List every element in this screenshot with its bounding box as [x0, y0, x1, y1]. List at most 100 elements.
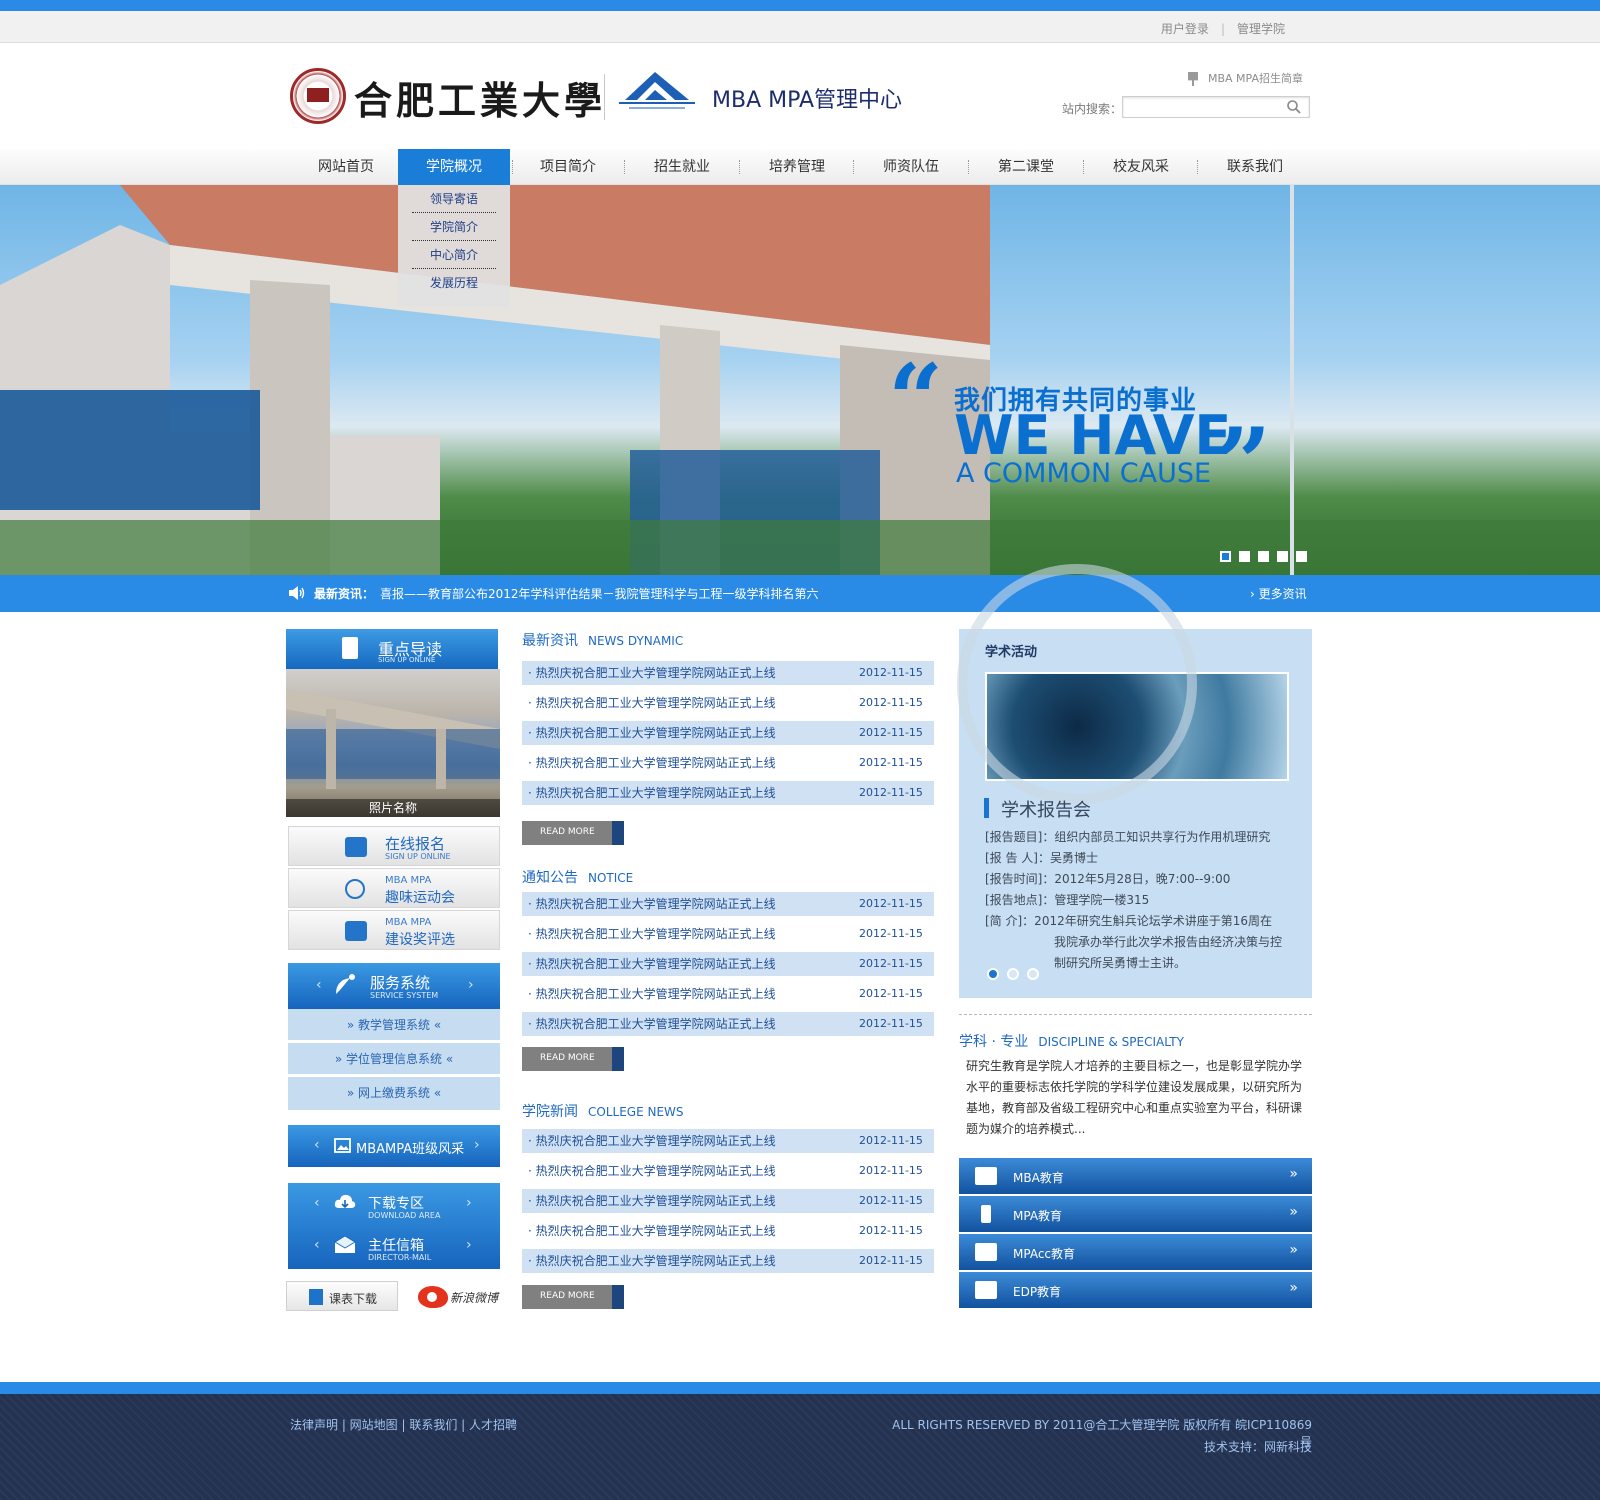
edp-education-link[interactable]: EDP教育 »	[959, 1272, 1312, 1308]
service-item-label: 教学管理系统	[357, 1018, 430, 1032]
read-more-button[interactable]: READ MORE	[522, 1047, 624, 1071]
lecture-speaker: [报 告 人]：吴勇博士	[985, 851, 1098, 865]
slide-dot[interactable]	[1239, 551, 1250, 562]
notice-title-text: 热烈庆祝合肥工业大学管理学院网站正式上线	[535, 987, 776, 1001]
mail-title[interactable]: 主任信箱	[368, 1235, 424, 1255]
news-row[interactable]: · 热烈庆祝合肥工业大学管理学院网站正式上线 2012-11-15	[522, 661, 934, 685]
double-chevron-right-icon: »	[1289, 1204, 1298, 1220]
nav-item-home[interactable]: 网站首页	[288, 149, 404, 185]
degree-management-link[interactable]: » 学位管理信息系统 «	[288, 1043, 500, 1076]
online-signup-button[interactable]: 在线报名 SIGN UP ONLINE	[288, 826, 500, 866]
section-title-en: NEWS DYNAMIC	[588, 634, 684, 648]
nav-item-second-class[interactable]: 第二课堂	[968, 149, 1084, 185]
college-news-row[interactable]: · 热烈庆祝合肥工业大学管理学院网站正式上线 2012-11-15	[522, 1189, 934, 1213]
slide-dot[interactable]	[1277, 551, 1288, 562]
award-title: 建设奖评选	[385, 932, 455, 948]
slide-dot[interactable]	[987, 968, 999, 980]
search-input[interactable]	[1122, 96, 1310, 118]
sina-weibo-link[interactable]: 新浪微博	[418, 1286, 498, 1308]
slide-dot[interactable]	[1007, 968, 1019, 980]
search-icon[interactable]	[1286, 99, 1302, 115]
key-guide-header: 重点导读 SIGN UP ONLINE	[286, 629, 498, 669]
mail-icon[interactable]	[334, 1236, 356, 1254]
read-more-button[interactable]: READ MORE	[522, 1285, 624, 1309]
college-news-date: 2012-11-15	[859, 1134, 923, 1147]
chevron-right-icon[interactable]: ›	[474, 1137, 480, 1153]
speaker-icon	[289, 586, 305, 600]
university-seal-logo[interactable]	[290, 68, 346, 124]
school-link[interactable]: 管理学院	[1237, 20, 1285, 37]
chevron-left-icon[interactable]: ‹	[316, 977, 322, 993]
section-title-cn: 最新资讯	[522, 633, 578, 649]
chevron-left-icon[interactable]: ‹	[314, 1137, 320, 1153]
notice-row[interactable]: · 热烈庆祝合肥工业大学管理学院网站正式上线 2012-11-15	[522, 952, 934, 976]
news-row[interactable]: · 热烈庆祝合肥工业大学管理学院网站正式上线 2012-11-15	[522, 691, 934, 715]
chevron-right-icon[interactable]: ›	[466, 1237, 472, 1253]
nav-item-alumni[interactable]: 校友风采	[1083, 149, 1199, 185]
online-payment-link[interactable]: » 网上缴费系统 «	[288, 1077, 500, 1110]
dropdown-item-history[interactable]: 发展历程	[412, 269, 496, 297]
read-more-button[interactable]: READ MORE	[522, 821, 624, 845]
notice-row[interactable]: · 热烈庆祝合肥工业大学管理学院网站正式上线 2012-11-15	[522, 982, 934, 1006]
brochure-label: MBA MPA招生简章	[1208, 72, 1304, 85]
nav-item-overview[interactable]: 学院概况	[398, 149, 510, 185]
slide-dot[interactable]	[1296, 551, 1307, 562]
chevron-left-icon[interactable]: ‹	[314, 1195, 320, 1211]
chevron-right-icon[interactable]: ›	[468, 977, 474, 993]
footer-links[interactable]: 法律声明 | 网站地图 | 联系我们 | 人才招聘	[290, 1416, 517, 1433]
college-news-row[interactable]: · 热烈庆祝合肥工业大学管理学院网站正式上线 2012-11-15	[522, 1159, 934, 1183]
nav-item-admission[interactable]: 招生就业	[624, 149, 740, 185]
dropdown-item-leader-message[interactable]: 领导寄语	[412, 185, 496, 213]
medal-icon	[1188, 72, 1198, 86]
login-link[interactable]: 用户登录	[1161, 20, 1209, 37]
nav-item-training[interactable]: 培养管理	[739, 149, 855, 185]
ticker-headline[interactable]: 喜报——教育部公布2012年学科评估结果－我院管理科学与工程一级学科排名第六	[380, 585, 819, 602]
dropdown-item-center-intro[interactable]: 中心简介	[412, 241, 496, 269]
nav-item-projects[interactable]: 项目简介	[510, 149, 626, 185]
college-news-row[interactable]: · 热烈庆祝合肥工业大学管理学院网站正式上线 2012-11-15	[522, 1129, 934, 1153]
mpacc-education-link[interactable]: MPAcc教育 »	[959, 1234, 1312, 1270]
open-quote-icon: “	[888, 343, 944, 456]
news-row[interactable]: · 热烈庆祝合肥工业大学管理学院网站正式上线 2012-11-15	[522, 721, 934, 745]
service-system-header[interactable]: ‹ 服务系统 SERVICE SYSTEM ›	[288, 963, 500, 1009]
slide-dot[interactable]	[1220, 551, 1231, 562]
mail-subtitle: DIRECTOR-MAIL	[368, 1253, 432, 1262]
mba-education-link[interactable]: MBA教育 »	[959, 1158, 1312, 1194]
sports-meet-button[interactable]: MBA MPA 趣味运动会	[288, 868, 500, 908]
divider	[959, 1014, 1312, 1015]
document-icon	[342, 637, 358, 659]
college-news-date: 2012-11-15	[859, 1164, 923, 1177]
college-news-row[interactable]: · 热烈庆祝合肥工业大学管理学院网站正式上线 2012-11-15	[522, 1249, 934, 1273]
featured-photo[interactable]	[286, 669, 500, 817]
nav-item-faculty[interactable]: 师资队伍	[853, 149, 969, 185]
slide-dot[interactable]	[1258, 551, 1269, 562]
class-style-banner[interactable]: ‹ MBAMPA班级风采 ›	[288, 1125, 500, 1167]
notice-row[interactable]: · 热烈庆祝合肥工业大学管理学院网站正式上线 2012-11-15	[522, 1012, 934, 1036]
tie-icon	[981, 1205, 991, 1223]
signup-subtitle: SIGN UP ONLINE	[385, 852, 451, 861]
notice-row[interactable]: · 热烈庆祝合肥工业大学管理学院网站正式上线 2012-11-15	[522, 892, 934, 916]
management-school-logo[interactable]	[615, 70, 699, 114]
notice-row[interactable]: · 热烈庆祝合肥工业大学管理学院网站正式上线 2012-11-15	[522, 922, 934, 946]
compass-image[interactable]	[957, 564, 1289, 804]
college-news-row[interactable]: · 热烈庆祝合肥工业大学管理学院网站正式上线 2012-11-15	[522, 1219, 934, 1243]
award-selection-button[interactable]: MBA MPA 建设奖评选	[288, 910, 500, 950]
mpa-education-link[interactable]: MPA教育 »	[959, 1196, 1312, 1232]
college-news-title-text: 热烈庆祝合肥工业大学管理学院网站正式上线	[535, 1134, 776, 1148]
nav-item-contact[interactable]: 联系我们	[1197, 149, 1313, 185]
top-bar	[0, 11, 1600, 43]
slide-dot[interactable]	[1027, 968, 1039, 980]
university-name-logo[interactable]: 合肥工業大學	[354, 70, 606, 125]
teaching-management-link[interactable]: » 教学管理系统 «	[288, 1009, 500, 1042]
dropdown-item-school-intro[interactable]: 学院简介	[412, 213, 496, 241]
news-date: 2012-11-15	[859, 756, 923, 769]
cloud-download-icon[interactable]	[334, 1193, 356, 1211]
brochure-link[interactable]: MBA MPA招生简章	[1188, 70, 1303, 86]
download-title[interactable]: 下载专区	[368, 1193, 424, 1213]
news-row[interactable]: · 热烈庆祝合肥工业大学管理学院网站正式上线 2012-11-15	[522, 781, 934, 805]
chevron-left-icon[interactable]: ‹	[314, 1237, 320, 1253]
chevron-right-icon[interactable]: ›	[466, 1195, 472, 1211]
schedule-download-button[interactable]: 课表下载	[286, 1281, 398, 1311]
more-news-link[interactable]: › 更多资讯	[1250, 585, 1307, 602]
news-row[interactable]: · 热烈庆祝合肥工业大学管理学院网站正式上线 2012-11-15	[522, 751, 934, 775]
